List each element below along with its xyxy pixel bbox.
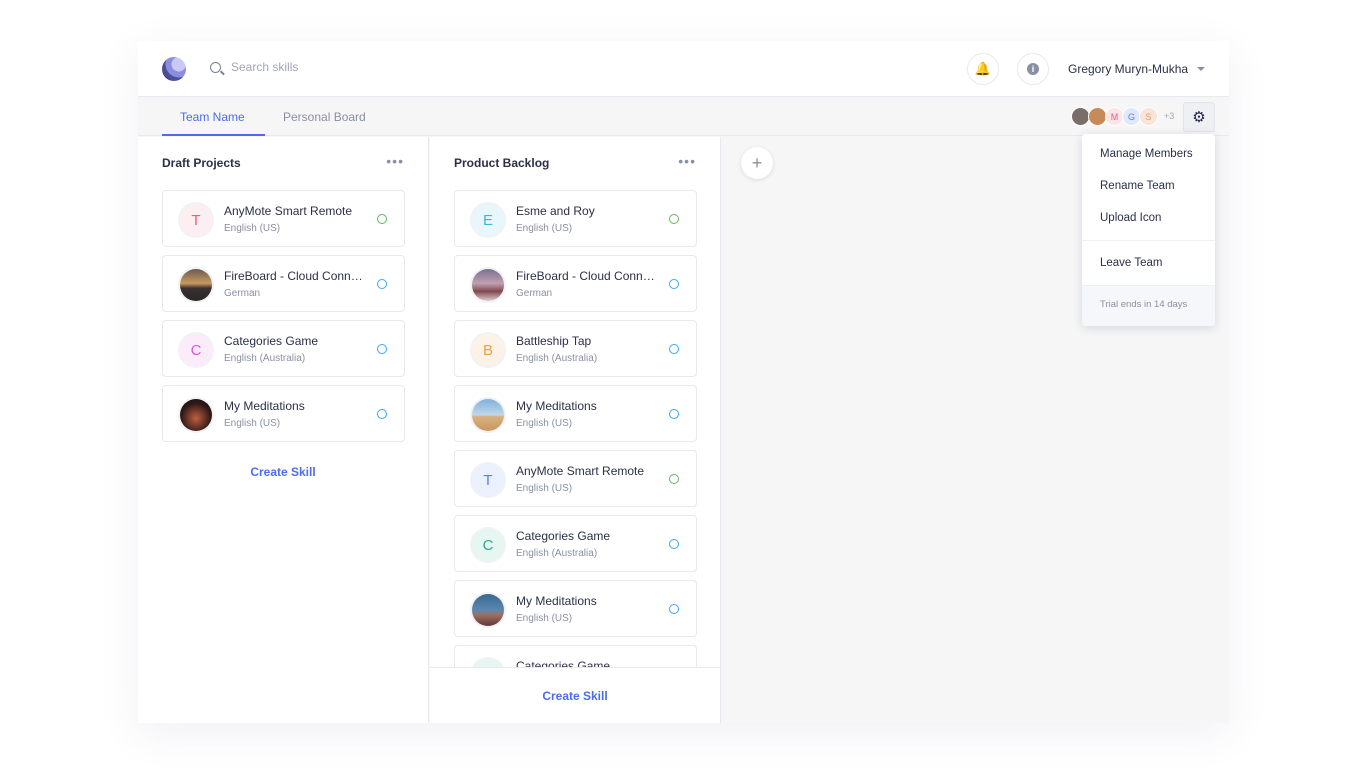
skill-avatar: T xyxy=(180,204,212,236)
user-menu[interactable]: Gregory Muryn-Mukha xyxy=(1068,62,1188,76)
skill-avatar: C xyxy=(472,529,504,561)
create-skill-button[interactable]: Create Skill xyxy=(430,689,720,703)
skill-title: My Meditations xyxy=(516,594,597,608)
skill-card[interactable]: E Esme and Roy English (US) xyxy=(454,190,697,247)
skill-title: AnyMote Smart Remote xyxy=(224,204,353,218)
status-indicator xyxy=(377,409,387,419)
column-title: Draft Projects xyxy=(162,156,241,170)
trial-notice: Trial ends in 14 days xyxy=(1082,285,1215,326)
tab-bar: Team Name Personal Board M G S +3 ⚙ xyxy=(138,98,1229,136)
status-indicator xyxy=(669,214,679,224)
more-members-count[interactable]: +3 xyxy=(1164,107,1174,126)
skill-language: English (US) xyxy=(224,223,281,234)
bell-icon: 🔔 xyxy=(974,61,992,76)
notifications-button[interactable]: 🔔 xyxy=(967,53,999,85)
skill-title: Categories Game xyxy=(224,334,319,348)
skill-title: My Meditations xyxy=(224,399,305,413)
skill-language: German xyxy=(224,288,261,299)
skill-image xyxy=(180,399,212,431)
skill-avatar: C xyxy=(180,334,212,366)
skill-card[interactable]: FireBoard - Cloud Conne... German xyxy=(454,255,697,312)
skill-card[interactable]: My Meditations English (US) xyxy=(454,385,697,442)
app-window: 🔔 i Gregory Muryn-Mukha Team Name Person… xyxy=(138,41,1229,723)
skill-card[interactable]: T AnyMote Smart Remote English (US) xyxy=(162,190,405,247)
skill-title: Battleship Tap xyxy=(516,334,592,348)
member-avatar[interactable]: S xyxy=(1139,107,1158,126)
trial-text: Trial ends in 14 days xyxy=(1100,299,1188,310)
menu-item-leave-team[interactable]: Leave Team xyxy=(1100,257,1162,269)
plus-icon: + xyxy=(751,152,763,173)
more-icon[interactable]: ••• xyxy=(386,153,404,169)
skill-language: English (US) xyxy=(516,613,573,624)
tab-personal-board[interactable]: Personal Board xyxy=(283,110,366,124)
skill-language: English (Australia) xyxy=(224,353,306,364)
search-input[interactable] xyxy=(231,60,431,74)
skill-language: English (US) xyxy=(516,223,573,234)
status-indicator xyxy=(377,279,387,289)
status-indicator xyxy=(669,279,679,289)
column-draft-projects: Draft Projects ••• Create Skill T AnyMote… xyxy=(138,137,429,723)
skill-card[interactable]: C Categories Game English (Australia) xyxy=(162,320,405,377)
menu-divider xyxy=(1082,240,1215,241)
skill-image xyxy=(472,399,504,431)
column-footer: Create Skill xyxy=(430,667,720,723)
status-indicator xyxy=(377,214,387,224)
skill-avatar: E xyxy=(472,204,504,236)
team-members[interactable]: M G S +3 xyxy=(1071,107,1174,126)
add-column-button[interactable]: + xyxy=(741,147,773,179)
skill-title: Esme and Roy xyxy=(516,204,595,218)
skill-card[interactable]: FireBoard - Cloud Conne... German xyxy=(162,255,405,312)
gear-icon: ⚙ xyxy=(1192,109,1206,126)
search-icon xyxy=(210,62,221,73)
skill-title: AnyMote Smart Remote xyxy=(516,464,645,478)
skill-title: FireBoard - Cloud Conne... xyxy=(516,269,656,283)
skill-language: English (US) xyxy=(516,418,573,429)
active-tab-indicator xyxy=(162,134,265,136)
team-settings-button[interactable]: ⚙ xyxy=(1183,102,1215,132)
status-indicator xyxy=(377,344,387,354)
skill-language: German xyxy=(516,288,553,299)
tab-team-name[interactable]: Team Name xyxy=(180,110,245,124)
column-product-backlog: Product Backlog ••• Create Skill E Esme a… xyxy=(430,137,721,723)
chevron-down-icon[interactable] xyxy=(1197,67,1205,75)
status-indicator xyxy=(669,604,679,614)
skill-card[interactable]: My Meditations English (US) xyxy=(454,580,697,637)
skill-avatar: B xyxy=(472,334,504,366)
status-indicator xyxy=(669,344,679,354)
more-icon[interactable]: ••• xyxy=(678,153,696,169)
skill-language: English (Australia) xyxy=(516,548,598,559)
status-indicator xyxy=(669,409,679,419)
create-skill-button[interactable]: Create Skill xyxy=(138,465,428,479)
skill-language: English (Australia) xyxy=(516,353,598,364)
skill-image xyxy=(472,269,504,301)
menu-item-rename-team[interactable]: Rename Team xyxy=(1100,180,1175,192)
logo[interactable] xyxy=(162,57,186,81)
info-button[interactable]: i xyxy=(1017,53,1049,85)
info-icon: i xyxy=(1027,63,1039,75)
skill-language: English (US) xyxy=(224,418,281,429)
skill-card[interactable]: T AnyMote Smart Remote English (US) xyxy=(454,450,697,507)
skill-image xyxy=(472,594,504,626)
skill-card[interactable]: My Meditations English (US) xyxy=(162,385,405,442)
status-indicator xyxy=(669,474,679,484)
skill-title: My Meditations xyxy=(516,399,597,413)
team-settings-menu: Manage Members Rename Team Upload Icon L… xyxy=(1082,134,1215,326)
menu-item-manage-members[interactable]: Manage Members xyxy=(1100,148,1193,160)
top-bar: 🔔 i Gregory Muryn-Mukha xyxy=(138,41,1229,97)
skill-image xyxy=(180,269,212,301)
skill-title: FireBoard - Cloud Conne... xyxy=(224,269,364,283)
column-title: Product Backlog xyxy=(454,156,550,170)
status-indicator xyxy=(669,539,679,549)
menu-item-upload-icon[interactable]: Upload Icon xyxy=(1100,212,1161,224)
skill-avatar: T xyxy=(472,464,504,496)
skill-card[interactable]: B Battleship Tap English (Australia) xyxy=(454,320,697,377)
skill-language: English (US) xyxy=(516,483,573,494)
skill-title: Categories Game xyxy=(516,529,611,543)
skill-card[interactable]: C Categories Game English (Australia) xyxy=(454,515,697,572)
